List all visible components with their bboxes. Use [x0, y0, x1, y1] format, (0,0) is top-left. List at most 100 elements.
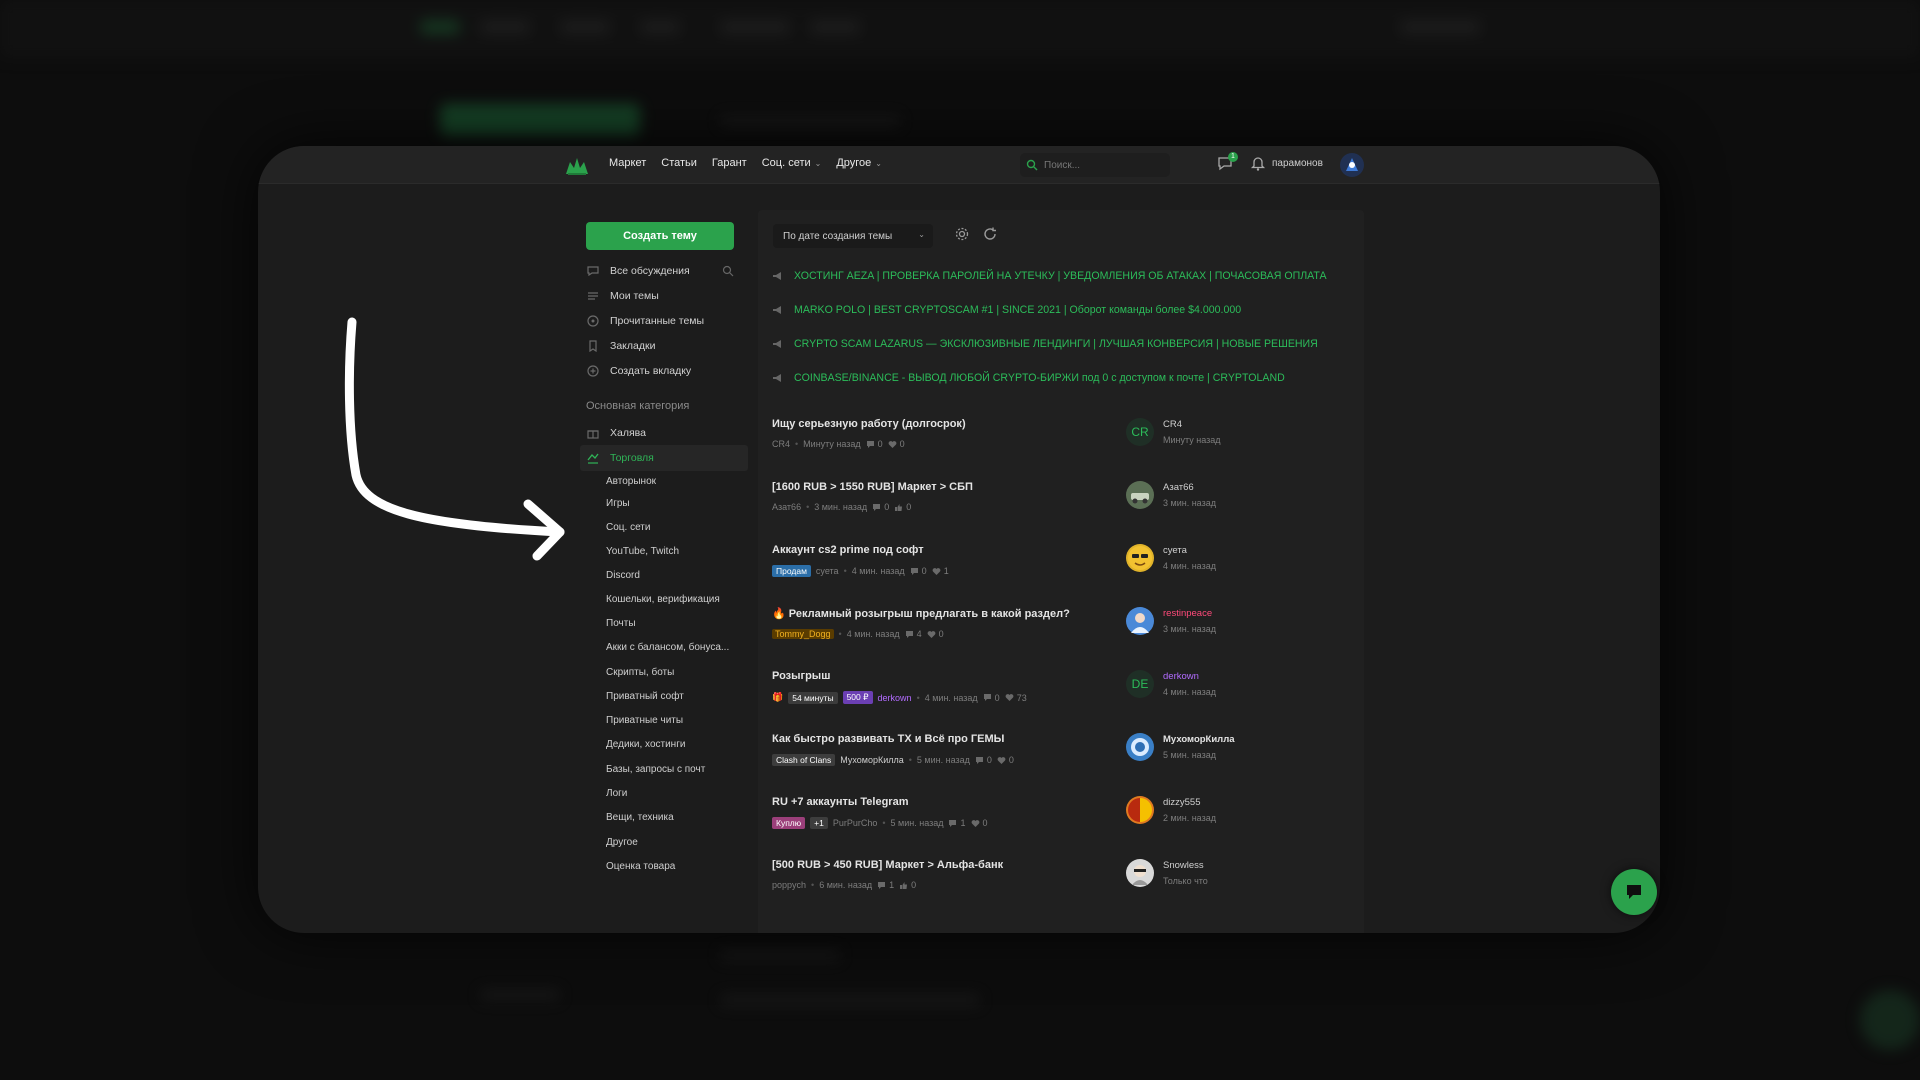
- thread-row[interactable]: RU +7 аккаунты Telegram Куплю +1 PurPurC…: [772, 796, 1352, 829]
- avatar[interactable]: [1126, 481, 1154, 509]
- thread-title[interactable]: [500 RUB > 450 RUB] Маркет > Альфа-банк: [772, 859, 1352, 871]
- thread-title[interactable]: Ищу серьезную работу (долгосрок): [772, 418, 1352, 430]
- thread-author[interactable]: Tommy_Dogg: [772, 629, 834, 639]
- chat-button[interactable]: [1611, 869, 1657, 915]
- last-post[interactable]: CR CR4 Минуту назад: [1126, 418, 1220, 446]
- thread-row[interactable]: [1600 RUB > 1550 RUB] Маркет > СБП Азат6…: [772, 481, 1352, 512]
- last-post-user[interactable]: restinpeace: [1163, 608, 1216, 619]
- last-post[interactable]: DE derkown 4 мин. назад: [1126, 670, 1216, 698]
- subcategory-link[interactable]: Авторынок: [606, 476, 656, 487]
- subcategory-link[interactable]: Акки с балансом, бонуса...: [606, 642, 729, 653]
- last-post-user[interactable]: CR4: [1163, 419, 1220, 430]
- last-post-user[interactable]: Snowless: [1163, 860, 1208, 871]
- last-post-user[interactable]: derkown: [1163, 671, 1216, 682]
- alerts-button[interactable]: [1249, 154, 1271, 176]
- like-count: 0: [888, 439, 905, 449]
- thread-row[interactable]: 🔥 Рекламный розыгрыш предлагать в какой …: [772, 607, 1352, 639]
- nav-other[interactable]: Другое ⌄: [836, 157, 882, 169]
- subcategory-link[interactable]: Соц. сети: [606, 522, 650, 533]
- last-post[interactable]: Азат66 3 мин. назад: [1126, 481, 1216, 509]
- search-input[interactable]: Поиск...: [1020, 153, 1170, 177]
- sidebar-item-read-threads[interactable]: Прочитанные темы: [586, 312, 746, 330]
- thread-title[interactable]: Аккаунт cs2 prime под софт: [772, 544, 1352, 556]
- avatar[interactable]: [1126, 733, 1154, 761]
- reply-count: 0: [866, 439, 883, 449]
- thread-prefix-tag[interactable]: Куплю: [772, 817, 806, 829]
- last-post[interactable]: МухоморКилла 5 мин. назад: [1126, 733, 1235, 761]
- thread-author[interactable]: суета: [816, 566, 839, 576]
- thread-row[interactable]: Розыгрыш 🎁 54 минуты 500 ₽ derkown • 4 ми…: [772, 670, 1352, 704]
- last-post[interactable]: суета 4 мин. назад: [1126, 544, 1216, 572]
- last-post[interactable]: dizzy555 2 мин. назад: [1126, 796, 1216, 824]
- sidebar-item-my-threads[interactable]: Мои темы: [586, 287, 746, 305]
- thread-row[interactable]: Как быстро развивать ТХ и Всё про ГЕМЫ C…: [772, 733, 1352, 766]
- last-post-user[interactable]: Азат66: [1163, 482, 1216, 493]
- announcement-link[interactable]: ХОСТИНГ AEZA | ПРОВЕРКА ПАРОЛЕЙ НА УТЕЧК…: [772, 270, 1327, 282]
- avatar[interactable]: [1126, 607, 1154, 635]
- sort-dropdown[interactable]: По дате создания темы ⌄: [773, 224, 933, 248]
- thread-title[interactable]: Как быстро развивать ТХ и Всё про ГЕМЫ: [772, 733, 1352, 745]
- subcategory-link[interactable]: Логи: [606, 788, 627, 799]
- search-icon[interactable]: [722, 265, 734, 277]
- subcategory-link[interactable]: Приватный софт: [606, 691, 684, 702]
- lolz-logo-icon[interactable]: [564, 154, 590, 176]
- avatar[interactable]: [1340, 153, 1364, 177]
- sidebar-item-bookmarks[interactable]: Закладки: [586, 337, 746, 355]
- last-post-user[interactable]: МухоморКилла: [1163, 734, 1235, 745]
- sidebar-item-trade[interactable]: Торговля: [586, 449, 746, 467]
- subcategory-link[interactable]: Почты: [606, 618, 636, 629]
- avatar[interactable]: [1126, 859, 1154, 887]
- separator-dot: •: [806, 502, 810, 512]
- thread-prefix-tag[interactable]: Clash of Clans: [772, 754, 836, 766]
- subcategory-link[interactable]: Базы, запросы с почт: [606, 764, 705, 775]
- subcategory-link[interactable]: YouTube, Twitch: [606, 546, 679, 557]
- announcement-link[interactable]: CRYPTO SCAM LAZARUS — ЭКСКЛЮЗИВНЫЕ ЛЕНДИ…: [772, 338, 1318, 350]
- avatar[interactable]: CR: [1126, 418, 1154, 446]
- nav-social[interactable]: Соц. сети ⌄: [762, 157, 822, 169]
- nav-guarantee[interactable]: Гарант: [712, 157, 747, 169]
- refresh-button[interactable]: [982, 226, 1000, 244]
- thread-author[interactable]: МухоморКилла: [840, 755, 903, 765]
- avatar[interactable]: [1126, 544, 1154, 572]
- thread-title[interactable]: Розыгрыш: [772, 670, 1352, 682]
- avatar[interactable]: [1126, 796, 1154, 824]
- subcategory-link[interactable]: Скрипты, боты: [606, 667, 674, 678]
- thread-author[interactable]: derkown: [878, 693, 912, 703]
- last-post[interactable]: restinpeace 3 мин. назад: [1126, 607, 1216, 635]
- subcategory-link[interactable]: Другое: [606, 837, 638, 848]
- thread-title[interactable]: RU +7 аккаунты Telegram: [772, 796, 1352, 808]
- conversations-button[interactable]: 1: [1216, 152, 1238, 176]
- thread-title[interactable]: [1600 RUB > 1550 RUB] Маркет > СБП: [772, 481, 1352, 493]
- thread-row[interactable]: Аккаунт cs2 prime под софт Продам суета •…: [772, 544, 1352, 577]
- sidebar-item-label: Все обсуждения: [610, 265, 690, 277]
- nav-market[interactable]: Маркет: [609, 157, 646, 169]
- last-post-time: Минуту назад: [1163, 435, 1221, 445]
- thread-author[interactable]: CR4: [772, 439, 790, 449]
- announcement-link[interactable]: MARKO POLO | BEST CRYPTOSCAM #1 | SINCE …: [772, 304, 1241, 316]
- username[interactable]: парамонов: [1272, 158, 1323, 169]
- subcategory-link[interactable]: Оценка товара: [606, 861, 675, 872]
- settings-button[interactable]: [954, 226, 972, 244]
- thread-author[interactable]: poppych: [772, 880, 806, 890]
- subcategory-link[interactable]: Приватные читы: [606, 715, 683, 726]
- sidebar-item-freebies[interactable]: Халява: [586, 424, 746, 442]
- sidebar-item-create-tab[interactable]: Создать вкладку: [586, 362, 746, 380]
- thread-row[interactable]: [500 RUB > 450 RUB] Маркет > Альфа-банк …: [772, 859, 1352, 890]
- subcategory-link[interactable]: Discord: [606, 570, 640, 581]
- nav-articles[interactable]: Статьи: [661, 157, 697, 169]
- thread-author[interactable]: Азат66: [772, 502, 801, 512]
- thread-title[interactable]: 🔥 Рекламный розыгрыш предлагать в какой …: [772, 607, 1352, 620]
- last-post[interactable]: Snowless Только что: [1126, 859, 1208, 887]
- subcategory-link[interactable]: Вещи, техника: [606, 812, 674, 823]
- last-post-user[interactable]: суета: [1163, 545, 1216, 556]
- thread-prefix-tag[interactable]: Продам: [772, 565, 811, 577]
- thread-row[interactable]: Ищу серьезную работу (долгосрок) CR4 • Ми…: [772, 418, 1352, 449]
- subcategory-link[interactable]: Кошельки, верификация: [606, 594, 720, 605]
- create-thread-button[interactable]: Создать тему: [586, 222, 734, 250]
- last-post-user[interactable]: dizzy555: [1163, 797, 1216, 808]
- subcategory-link[interactable]: Дедики, хостинги: [606, 739, 685, 750]
- thread-author[interactable]: PurPurCho: [833, 818, 878, 828]
- sidebar-item-all-discussions[interactable]: Все обсуждения: [586, 262, 746, 280]
- announcement-link[interactable]: COINBASE/BINANCE - ВЫВОД ЛЮБОЙ CRYPTO-БИ…: [772, 372, 1285, 384]
- avatar[interactable]: DE: [1126, 670, 1154, 698]
